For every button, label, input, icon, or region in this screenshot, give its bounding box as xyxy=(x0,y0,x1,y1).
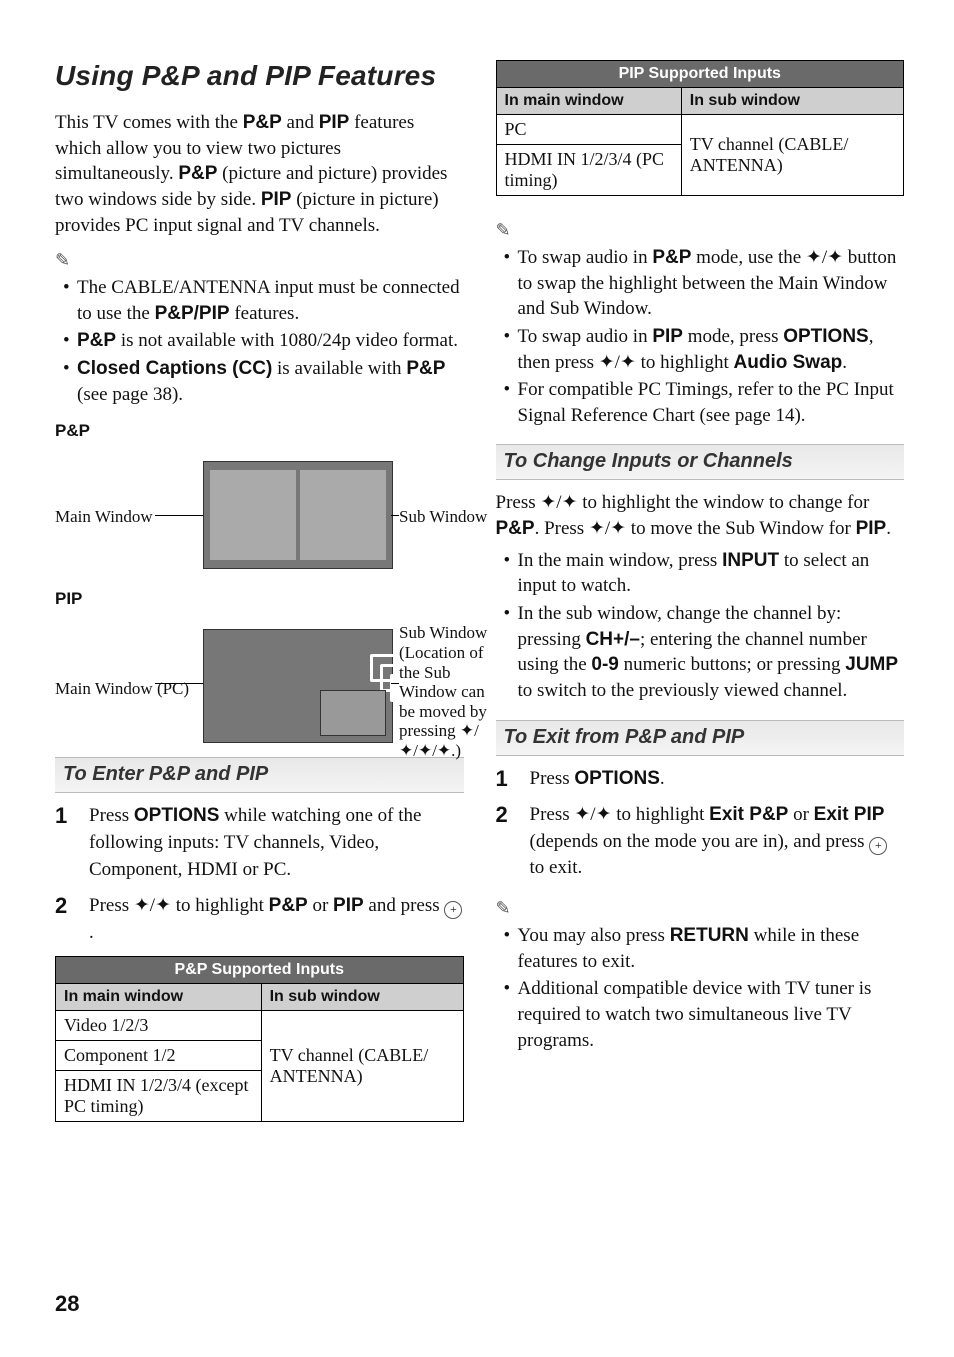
page-number: 28 xyxy=(55,1291,79,1317)
change-bullets-list: In the main window, press INPUT to selec… xyxy=(504,548,905,704)
note-icon: ✎ xyxy=(55,250,70,271)
enter-heading: To Enter P&P and PIP xyxy=(55,757,464,793)
left-notes-list: The CABLE/ANTENNA input must be connecte… xyxy=(63,275,464,407)
page-title: Using P&P and PIP Features xyxy=(55,60,464,92)
note-icon: ✎ xyxy=(496,220,511,241)
pp-label: P&P xyxy=(55,421,464,441)
pip-label: PIP xyxy=(55,589,464,609)
pip-table-h2: In sub window xyxy=(681,88,903,115)
pp-table-h1: In main window xyxy=(56,984,262,1011)
enter-steps-list: Press OPTIONS while watching one of the … xyxy=(55,803,464,946)
pp-sub-window-label: Sub Window xyxy=(399,507,489,527)
pip-sub-window-label: Sub Window (Location of the Sub Window c… xyxy=(399,623,489,760)
pp-support-table: P&P Supported Inputs In main window In s… xyxy=(55,956,464,1122)
pp-table-caption: P&P Supported Inputs xyxy=(55,956,464,983)
right-top-notes-list: To swap audio in P&P mode, use the ✦/✦ b… xyxy=(504,245,905,428)
exit-steps-list: Press OPTIONS.Press ✦/✦ to highlight Exi… xyxy=(496,766,905,882)
note-icon: ✎ xyxy=(496,898,511,919)
pip-main-window-label: Main Window (PC) xyxy=(55,679,197,699)
pip-diagram: Main Window (PC) Sub Window (Location of… xyxy=(55,619,464,739)
pip-table-caption: PIP Supported Inputs xyxy=(496,60,905,87)
change-heading: To Change Inputs or Channels xyxy=(496,444,905,480)
intro-paragraph: This TV comes with the P&P and PIP featu… xyxy=(55,110,464,238)
exit-notes-list: You may also press RETURN while in these… xyxy=(504,923,905,1053)
pp-main-window-label: Main Window xyxy=(55,507,197,527)
exit-heading: To Exit from P&P and PIP xyxy=(496,720,905,756)
pp-table-h2: In sub window xyxy=(261,984,463,1011)
change-intro: Press ✦/✦ to highlight the window to cha… xyxy=(496,490,905,541)
pip-table-h1: In main window xyxy=(496,88,681,115)
pip-support-table: PIP Supported Inputs In main window In s… xyxy=(496,60,905,196)
pp-diagram: Main Window Sub Window xyxy=(55,451,464,571)
